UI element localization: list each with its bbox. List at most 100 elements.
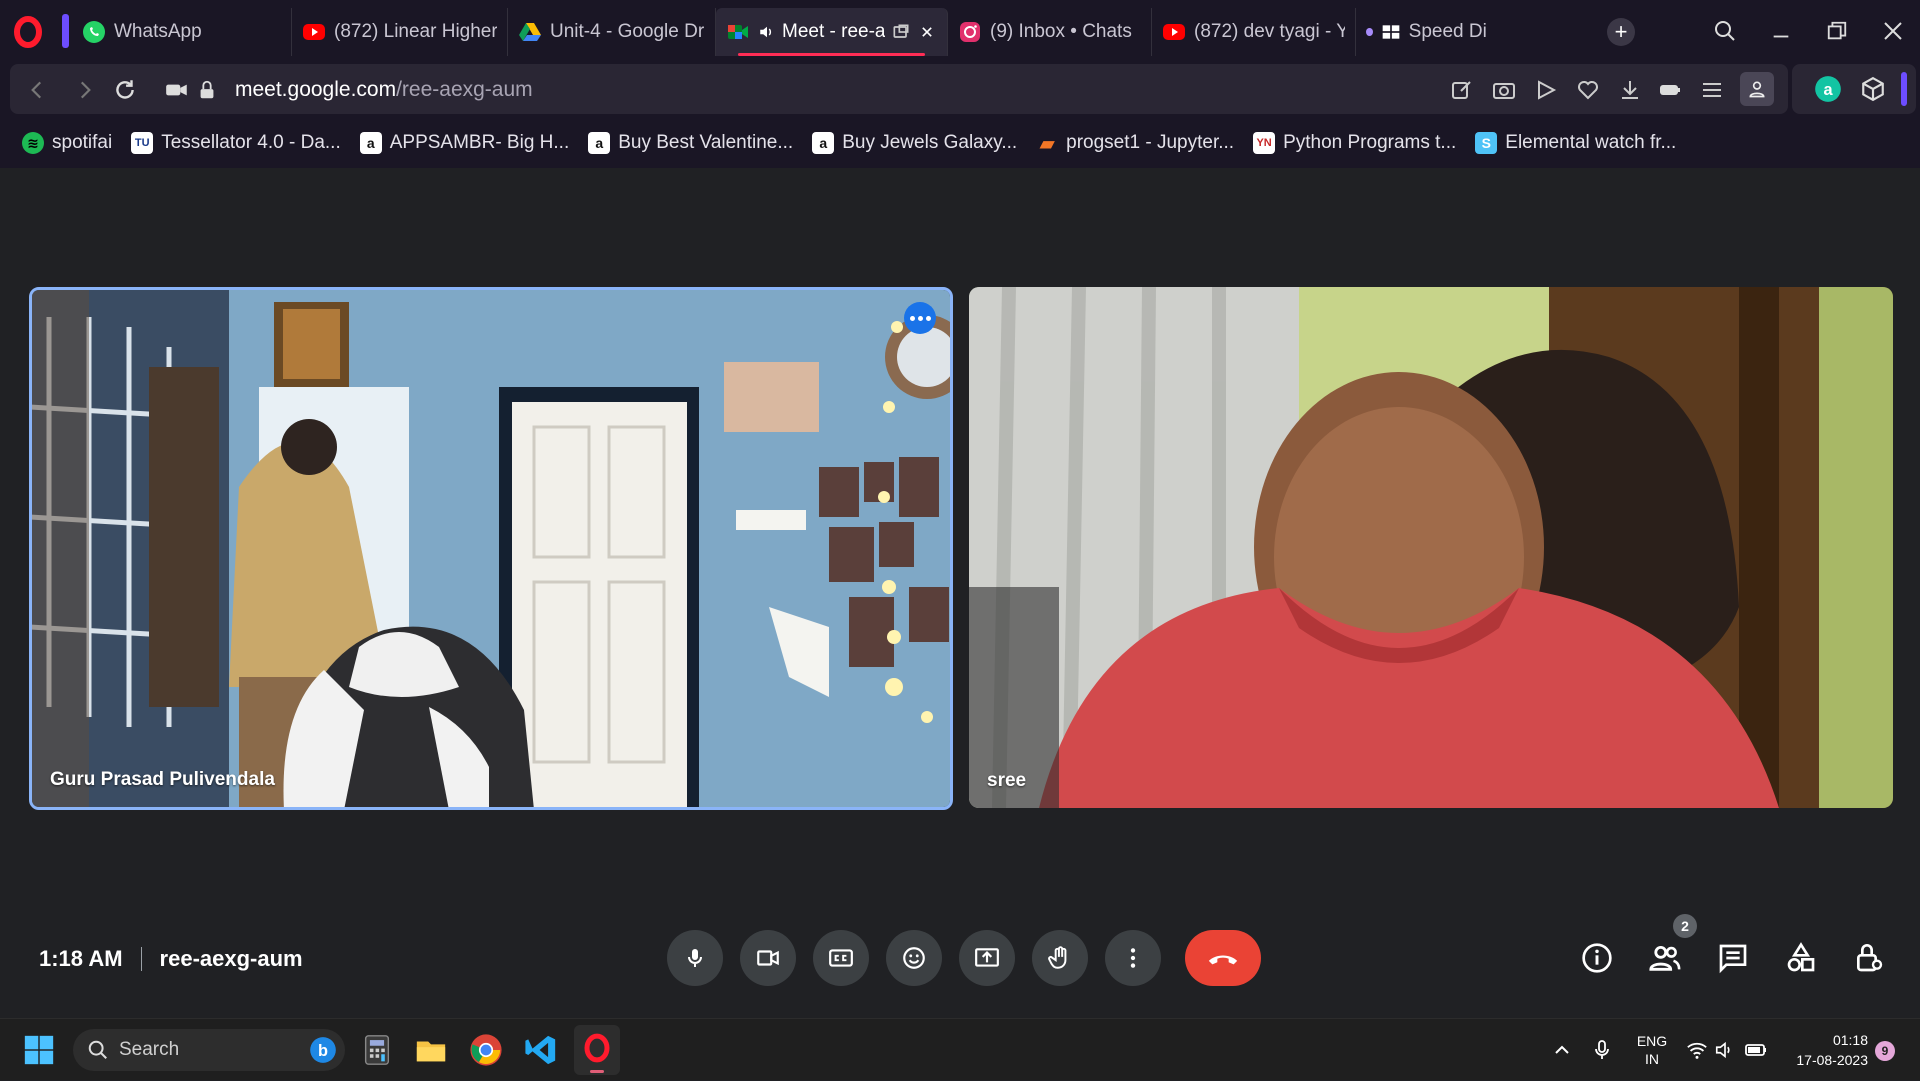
tab-youtube-linear[interactable]: (872) Linear Higher C [292, 8, 508, 56]
captions-button[interactable] [813, 930, 869, 986]
flow-send-icon[interactable] [1534, 77, 1558, 103]
minimize-icon[interactable] [1764, 14, 1798, 48]
spotify-icon: ≋ [22, 132, 44, 154]
aria-ai-icon[interactable]: a [1814, 75, 1842, 103]
tab-title: (872) dev tyagi - You [1194, 21, 1345, 42]
bookmark-jewels[interactable]: a Buy Jewels Galaxy... [812, 132, 1017, 154]
meeting-info: 1:18 AM ree-aexg-aum [39, 946, 303, 972]
tab-speed-dial[interactable]: Speed Dial [1356, 8, 1496, 56]
windows-start-icon[interactable] [22, 1033, 56, 1067]
clock[interactable]: 01:18 17-08-2023 [1780, 1019, 1868, 1081]
participant-tile-guru[interactable]: Guru Prasad Pulivendala [29, 287, 953, 810]
url-domain: meet.google.com [235, 78, 397, 101]
raise-hand-button[interactable] [1032, 930, 1088, 986]
bookmark-tessellator[interactable]: TU Tessellator 4.0 - Da... [131, 132, 341, 154]
meeting-code: ree-aexg-aum [159, 946, 303, 971]
chrome-icon[interactable] [469, 1033, 503, 1067]
tab-google-meet[interactable]: Meet - ree-ae [716, 8, 948, 56]
microphone-in-use-icon[interactable] [1590, 1033, 1614, 1067]
participant-name: sree [987, 770, 1027, 791]
chat-button[interactable] [1715, 940, 1751, 976]
present-screen-icon [975, 948, 999, 967]
participant-tile-sree[interactable]: sree [969, 287, 1893, 808]
reactions-button[interactable] [886, 930, 942, 986]
opera-menu-icon[interactable] [10, 14, 46, 50]
forward-icon[interactable] [72, 77, 98, 103]
search-tabs-icon[interactable] [1708, 14, 1742, 48]
bookmark-label: progset1 - Jupyter... [1066, 132, 1235, 153]
address-bar[interactable]: meet.google.com/ree-aexg-aum [10, 64, 1788, 114]
bookmark-elemental[interactable]: S Elemental watch fr... [1475, 132, 1676, 154]
download-icon[interactable] [1618, 77, 1642, 103]
battery-icon[interactable] [1744, 1033, 1768, 1067]
show-hidden-icons[interactable] [1550, 1033, 1574, 1067]
opera-icon [584, 1033, 610, 1063]
close-tab-icon[interactable] [917, 22, 937, 42]
tab-whatsapp[interactable]: WhatsApp [72, 8, 292, 56]
python-programs-icon: YN [1253, 132, 1276, 154]
file-explorer-icon[interactable] [414, 1033, 448, 1067]
emoji-icon [903, 947, 925, 969]
profile-button[interactable] [1740, 72, 1774, 106]
camera-permission-icon[interactable] [164, 77, 190, 103]
meeting-details-button[interactable] [1579, 940, 1615, 976]
speaker-icon[interactable] [758, 23, 776, 41]
microphone-icon [688, 949, 702, 967]
pip-icon[interactable] [891, 22, 911, 42]
search-placeholder: Search [119, 1039, 180, 1060]
amazon-icon: a [812, 132, 835, 154]
wifi-icon[interactable] [1686, 1033, 1708, 1067]
participant-count-badge: 2 [1673, 914, 1697, 938]
bookmarks-bar: ≋ spotifai TU Tessellator 4.0 - Da... a APP… [0, 118, 1920, 168]
calculator-icon[interactable] [360, 1033, 394, 1067]
heart-bookmark-icon[interactable] [1576, 77, 1600, 103]
back-icon[interactable] [24, 77, 50, 103]
easy-setup-icon[interactable] [1700, 77, 1724, 103]
close-window-icon[interactable] [1876, 14, 1910, 48]
present-screen-button[interactable] [959, 930, 1015, 986]
battery-saver-icon[interactable] [1658, 77, 1682, 103]
activities-button[interactable] [1783, 940, 1819, 976]
lock-icon[interactable] [196, 77, 218, 103]
tile-options-button[interactable] [904, 302, 936, 334]
tab-instagram-inbox[interactable]: (9) Inbox • Chats [948, 8, 1152, 56]
microphone-button[interactable] [667, 930, 723, 986]
leave-call-button[interactable] [1185, 930, 1261, 986]
notification-badge[interactable]: 9 [1875, 1041, 1895, 1061]
url-text[interactable]: meet.google.com/ree-aexg-aum [235, 78, 533, 102]
bookmark-spotifai[interactable]: ≋ spotifai [22, 132, 112, 154]
opera-taskbar-button[interactable] [574, 1025, 620, 1075]
bookmark-label: Buy Jewels Galaxy... [842, 132, 1018, 153]
bookmark-appsambr[interactable]: a APPSAMBR- Big H... [359, 132, 570, 154]
restore-icon[interactable] [1820, 14, 1854, 48]
more-options-button[interactable] [1105, 930, 1161, 986]
edit-page-icon[interactable] [1450, 77, 1474, 103]
language-indicator[interactable]: ENG IN [1634, 1019, 1670, 1081]
tab-youtube-dev-tyagi[interactable]: (872) dev tyagi - You [1152, 8, 1356, 56]
new-tab-button[interactable]: + [1607, 18, 1635, 46]
people-button[interactable] [1647, 940, 1683, 976]
divider [140, 947, 142, 971]
raise-hand-icon [1048, 946, 1067, 969]
extensions-cube-icon[interactable] [1860, 76, 1886, 102]
camera-button[interactable] [740, 930, 796, 986]
url-path: /ree-aexg-aum [396, 78, 533, 101]
taskbar-search[interactable]: Search b [73, 1029, 345, 1071]
amazon-icon: a [359, 132, 382, 154]
bookmark-valentine[interactable]: a Buy Best Valentine... [588, 132, 793, 154]
sidebar-toggle[interactable] [1901, 72, 1907, 106]
bookmark-label: Buy Best Valentine... [618, 132, 794, 153]
host-controls-button[interactable] [1851, 940, 1887, 976]
vscode-icon[interactable] [524, 1033, 558, 1067]
bookmark-jupyter[interactable]: ▰ progset1 - Jupyter... [1036, 132, 1235, 155]
elemental-icon: S [1475, 132, 1498, 154]
bookmark-python-programs[interactable]: YN Python Programs t... [1253, 132, 1456, 154]
snapshot-icon[interactable] [1492, 77, 1516, 103]
reload-icon[interactable] [112, 77, 138, 103]
people-icon [1649, 945, 1681, 971]
svg-text:b: b [318, 1042, 328, 1060]
volume-icon[interactable] [1714, 1033, 1736, 1067]
tab-google-drive[interactable]: Unit-4 - Google Drive [508, 8, 716, 56]
activities-shapes-icon [1787, 942, 1815, 972]
bookmark-label: APPSAMBR- Big H... [389, 132, 570, 153]
